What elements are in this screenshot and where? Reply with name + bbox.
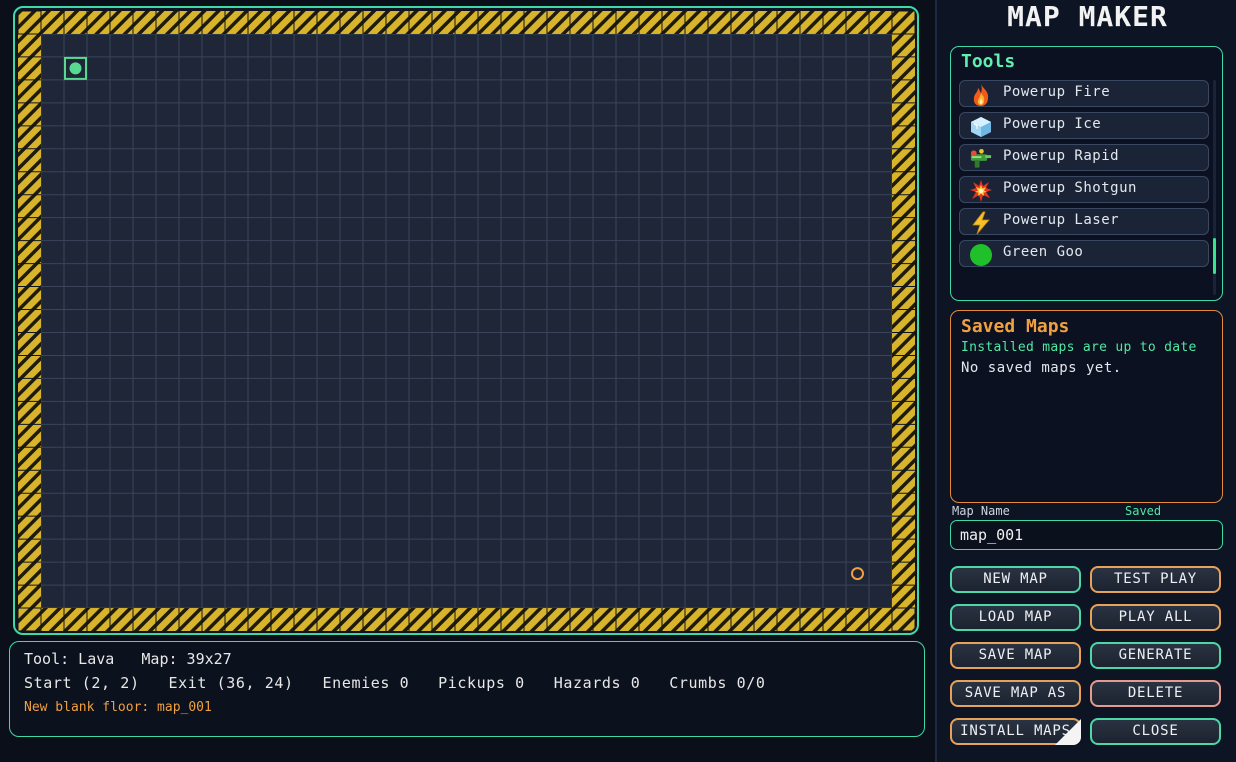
saved-maps-title: Saved Maps [961, 316, 1070, 337]
explosion-icon [968, 178, 993, 203]
save-map-as-button[interactable]: SAVE MAP AS [950, 680, 1081, 707]
tool-item-powerup-laser[interactable]: Powerup Laser [959, 208, 1209, 235]
new-map-button[interactable]: NEW MAP [950, 566, 1081, 593]
map-name-save-state: Saved [1125, 504, 1162, 518]
saved-maps-panel: Saved Maps Installed maps are up to date… [950, 310, 1223, 503]
tool-label: Powerup Ice [1003, 116, 1102, 132]
rapid-gun-icon [968, 146, 993, 171]
tool-label: Powerup Rapid [1003, 148, 1120, 164]
save-map-button[interactable]: SAVE MAP [950, 642, 1081, 669]
wall-tiles [18, 11, 41, 631]
install-maps-button[interactable]: INSTALL MAPS [950, 718, 1081, 745]
map-floor [18, 11, 915, 631]
lightning-icon [968, 210, 993, 235]
tools-scroll-thumb[interactable] [1213, 238, 1216, 274]
tool-item-powerup-ice[interactable]: Powerup Ice [959, 112, 1209, 139]
tool-item-green-goo[interactable]: Green Goo [959, 240, 1209, 267]
status-panel: Tool: Lava Map: 39x27 Start (2, 2) Exit … [9, 641, 925, 737]
wall-tiles [892, 11, 915, 631]
page-curl-decoration [1055, 719, 1081, 745]
tool-item-powerup-shotgun[interactable]: Powerup Shotgun [959, 176, 1209, 203]
map-grid[interactable] [18, 11, 915, 631]
tool-list: Powerup Fire Powerup Ice Powerup Rapid P… [959, 80, 1209, 272]
tool-label: Powerup Fire [1003, 84, 1111, 100]
load-map-button[interactable]: LOAD MAP [950, 604, 1081, 631]
tools-panel: Tools Powerup Fire Powerup Ice Powerup R… [950, 46, 1223, 301]
app-title: MAP MAKER [1007, 0, 1168, 33]
saved-maps-empty-text: No saved maps yet. [961, 360, 1122, 376]
status-map-stats: Start (2, 2) Exit (36, 24) Enemies 0 Pic… [24, 674, 766, 692]
close-button[interactable]: CLOSE [1090, 718, 1221, 745]
saved-maps-status: Installed maps are up to date [961, 340, 1197, 355]
tool-label: Powerup Laser [1003, 212, 1120, 228]
status-tool-info: Tool: Lava Map: 39x27 [24, 650, 232, 668]
tools-scrollbar[interactable] [1213, 80, 1216, 295]
green-goo-icon [968, 242, 993, 267]
wall-tiles [18, 11, 915, 34]
player-start-icon [69, 62, 82, 75]
fire-icon [968, 82, 993, 107]
tool-item-powerup-fire[interactable]: Powerup Fire [959, 80, 1209, 107]
ice-cube-icon [968, 114, 993, 139]
sidebar: MAP MAKER Tools Powerup Fire Powerup Ice… [935, 0, 1236, 762]
wall-tiles [18, 608, 915, 631]
tool-label: Green Goo [1003, 244, 1084, 260]
map-name-label: Map Name [952, 504, 1010, 518]
status-message: New blank floor: map_001 [24, 700, 212, 715]
test-play-button[interactable]: TEST PLAY [1090, 566, 1221, 593]
map-canvas-frame [13, 6, 919, 635]
delete-button[interactable]: DELETE [1090, 680, 1221, 707]
tool-label: Powerup Shotgun [1003, 180, 1137, 196]
play-all-button[interactable]: PLAY ALL [1090, 604, 1221, 631]
tool-item-powerup-rapid[interactable]: Powerup Rapid [959, 144, 1209, 171]
tools-title: Tools [961, 51, 1016, 72]
generate-button[interactable]: GENERATE [1090, 642, 1221, 669]
map-name-input[interactable] [950, 520, 1223, 550]
